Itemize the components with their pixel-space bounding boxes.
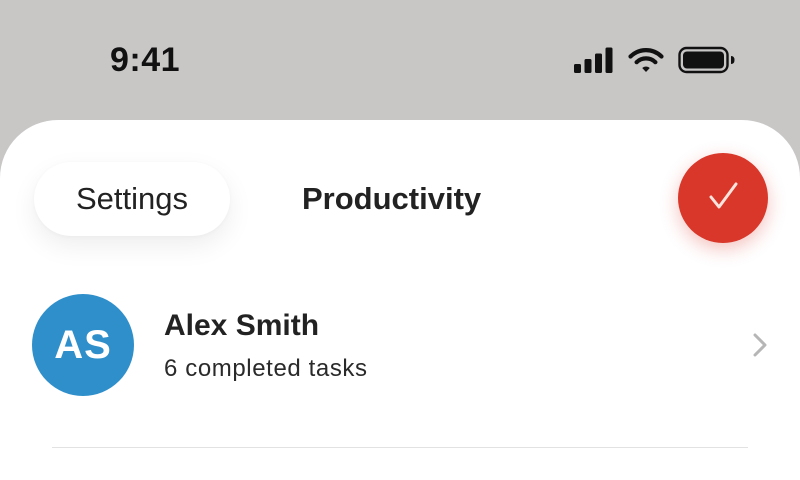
checkmark-icon bbox=[701, 174, 745, 223]
divider bbox=[52, 447, 748, 448]
profile-name: Alex Smith bbox=[164, 309, 320, 342]
tab-productivity[interactable]: Productivity bbox=[302, 162, 481, 236]
done-button[interactable] bbox=[678, 153, 768, 243]
cellular-signal-icon bbox=[574, 47, 614, 73]
wifi-icon bbox=[628, 47, 664, 73]
battery-icon bbox=[678, 46, 736, 74]
profile-subtitle: 6 completed tasks bbox=[164, 355, 368, 382]
tab-productivity-label: Productivity bbox=[302, 181, 482, 216]
chevron-right-icon bbox=[750, 332, 770, 358]
profile-row[interactable]: AS Alex Smith 6 completed tasks bbox=[0, 292, 800, 402]
main-sheet: Settings Productivity AS Alex Smith 6 co… bbox=[0, 120, 800, 480]
avatar: AS bbox=[32, 294, 134, 396]
avatar-initials: AS bbox=[54, 322, 112, 367]
tab-settings[interactable]: Settings bbox=[34, 162, 230, 236]
status-time: 9:41 bbox=[110, 41, 181, 79]
status-icons bbox=[574, 44, 736, 76]
status-bar: 9:41 bbox=[0, 0, 800, 120]
tab-settings-label: Settings bbox=[75, 181, 188, 216]
